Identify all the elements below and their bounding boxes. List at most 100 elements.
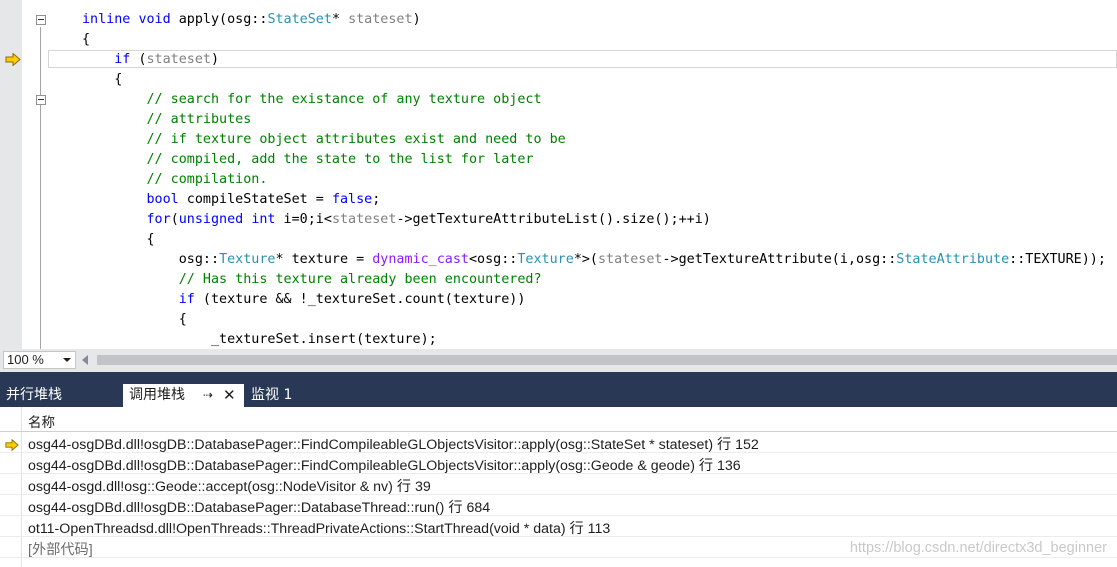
call-stack-row[interactable]: osg44-osgDBd.dll!osgDB::DatabasePager::F…: [0, 453, 1117, 474]
code-token: if: [114, 52, 131, 67]
code-token: *>(: [573, 252, 598, 267]
code-token: StateSet: [267, 12, 332, 27]
code-editor[interactable]: inline void apply(osg::StateSet* statese…: [0, 0, 1117, 349]
code-token: * texture =: [275, 252, 373, 267]
code-token: // search for the existance of any textu…: [146, 92, 542, 107]
code-line[interactable]: // compilation.: [82, 170, 1106, 190]
yellow-arrow-icon: [5, 53, 21, 66]
code-line[interactable]: for(unsigned int i=0;i<stateset->getText…: [82, 210, 1106, 230]
code-token: // Has this texture already been encount…: [178, 272, 542, 287]
code-token: stateset: [146, 52, 212, 67]
call-stack-row[interactable]: osg44-osgDBd.dll!osgDB::DatabasePager::D…: [0, 495, 1117, 516]
code-token: ->getTextureAttributeList().size();++i): [396, 212, 711, 227]
call-stack-row[interactable]: ot11-OpenThreadsd.dll!OpenThreads::Threa…: [0, 516, 1117, 537]
call-stack-frame-text: osg44-osgDBd.dll!osgDB::DatabasePager::F…: [28, 458, 741, 474]
code-line[interactable]: {: [82, 30, 1106, 50]
code-token: stateset: [348, 12, 413, 27]
collapse-minus-icon[interactable]: [36, 15, 46, 25]
call-stack-frame-text: [外部代码]: [28, 542, 93, 558]
code-token: osg::: [82, 252, 220, 267]
code-token: StateAttribute: [896, 252, 1010, 267]
code-line[interactable]: // attributes: [82, 110, 1106, 130]
outline-guide: [40, 27, 41, 349]
code-token: inline: [82, 12, 131, 27]
zoom-dropdown[interactable]: 100 %: [3, 351, 76, 369]
call-stack-frame-text: osg44-osgDBd.dll!osgDB::DatabasePager::F…: [28, 437, 759, 453]
code-token: i=0;i<: [275, 212, 332, 227]
code-line[interactable]: bool compileStateSet = false;: [82, 190, 1106, 210]
code-token: apply(osg::: [170, 12, 268, 27]
horizontal-scrollbar-thumb[interactable]: [97, 355, 1117, 365]
code-token: false: [331, 192, 373, 207]
call-stack-row[interactable]: osg44-osgd.dll!osg::Geode::accept(osg::N…: [0, 474, 1117, 495]
zoom-value: 100 %: [7, 352, 44, 367]
tab-call-stack[interactable]: 调用堆栈 ⇢ ✕: [123, 384, 244, 407]
tab-label: 调用堆栈: [129, 387, 185, 403]
call-stack-frame-text: osg44-osgd.dll!osg::Geode::accept(osg::N…: [28, 479, 431, 495]
code-token: int: [251, 212, 276, 227]
code-token: ): [412, 12, 421, 27]
pin-icon[interactable]: ⇢: [203, 384, 213, 406]
code-token: *: [331, 12, 349, 27]
code-line[interactable]: // search for the existance of any textu…: [82, 90, 1106, 110]
call-stack-grid[interactable]: 名称 osg44-osgDBd.dll!osgDB::DatabasePager…: [0, 407, 1117, 567]
code-token: unsigned: [178, 212, 244, 227]
code-line[interactable]: // if texture object attributes exist an…: [82, 130, 1106, 150]
code-token: (: [130, 52, 147, 67]
code-token: stateset: [598, 252, 663, 267]
code-token: (texture && !_textureSet.count(texture)): [194, 292, 526, 307]
code-line[interactable]: if (stateset): [82, 50, 1106, 70]
code-token: stateset: [331, 212, 397, 227]
code-line[interactable]: {: [82, 230, 1106, 250]
code-line[interactable]: {: [82, 70, 1106, 90]
call-stack-frame-text: ot11-OpenThreadsd.dll!OpenThreads::Threa…: [28, 521, 611, 537]
code-token: _textureSet.insert(texture);: [82, 332, 437, 347]
indicator-margin[interactable]: [0, 0, 22, 349]
code-token: // if texture object attributes exist an…: [146, 132, 566, 147]
code-lines[interactable]: inline void apply(osg::StateSet* statese…: [82, 10, 1106, 349]
code-token: {: [82, 312, 187, 327]
code-token: <osg::: [469, 252, 518, 267]
editor-bottom-bar: 100 %: [0, 349, 1117, 372]
tab-parallel-stacks[interactable]: 并行堆栈: [0, 384, 120, 407]
code-token: Texture: [517, 252, 574, 267]
code-token: // compiled, add the state to the list f…: [146, 152, 534, 167]
code-line[interactable]: {: [82, 310, 1106, 330]
tool-window-tab-bar: 并行堆栈 调用堆栈 ⇢ ✕ 监视 1: [0, 372, 1117, 407]
code-token: dynamic_cast: [372, 252, 469, 267]
call-stack-row[interactable]: osg44-osgDBd.dll!osgDB::DatabasePager::F…: [0, 432, 1117, 453]
code-line[interactable]: _textureSet.insert(texture);: [82, 330, 1106, 349]
scroll-left-icon[interactable]: [82, 355, 88, 365]
selection-margin: [22, 0, 26, 349]
code-line[interactable]: // compiled, add the state to the list f…: [82, 150, 1106, 170]
code-line[interactable]: // Has this texture already been encount…: [82, 270, 1106, 290]
code-line[interactable]: if (texture && !_textureSet.count(textur…: [82, 290, 1106, 310]
close-icon[interactable]: ✕: [223, 384, 236, 406]
code-token: {: [82, 32, 91, 47]
grid-header: 名称: [0, 407, 1117, 432]
yellow-arrow-icon: [5, 436, 19, 452]
code-token: ::TEXTURE));: [1009, 252, 1106, 267]
code-token: // attributes: [146, 112, 252, 127]
code-token: for: [146, 212, 171, 227]
code-line[interactable]: inline void apply(osg::StateSet* statese…: [82, 10, 1106, 30]
collapse-minus-icon[interactable]: [36, 95, 46, 105]
code-token: ;: [372, 192, 381, 207]
tab-label: 并行堆栈: [6, 387, 62, 403]
code-token: compileStateSet =: [178, 192, 332, 207]
column-header-name[interactable]: 名称: [28, 411, 55, 431]
chevron-down-icon: [63, 358, 71, 362]
code-token: Texture: [219, 252, 276, 267]
code-line[interactable]: osg::Texture* texture = dynamic_cast<osg…: [82, 250, 1106, 270]
code-token: (: [170, 212, 179, 227]
tab-watch-1[interactable]: 监视 1: [245, 384, 305, 407]
